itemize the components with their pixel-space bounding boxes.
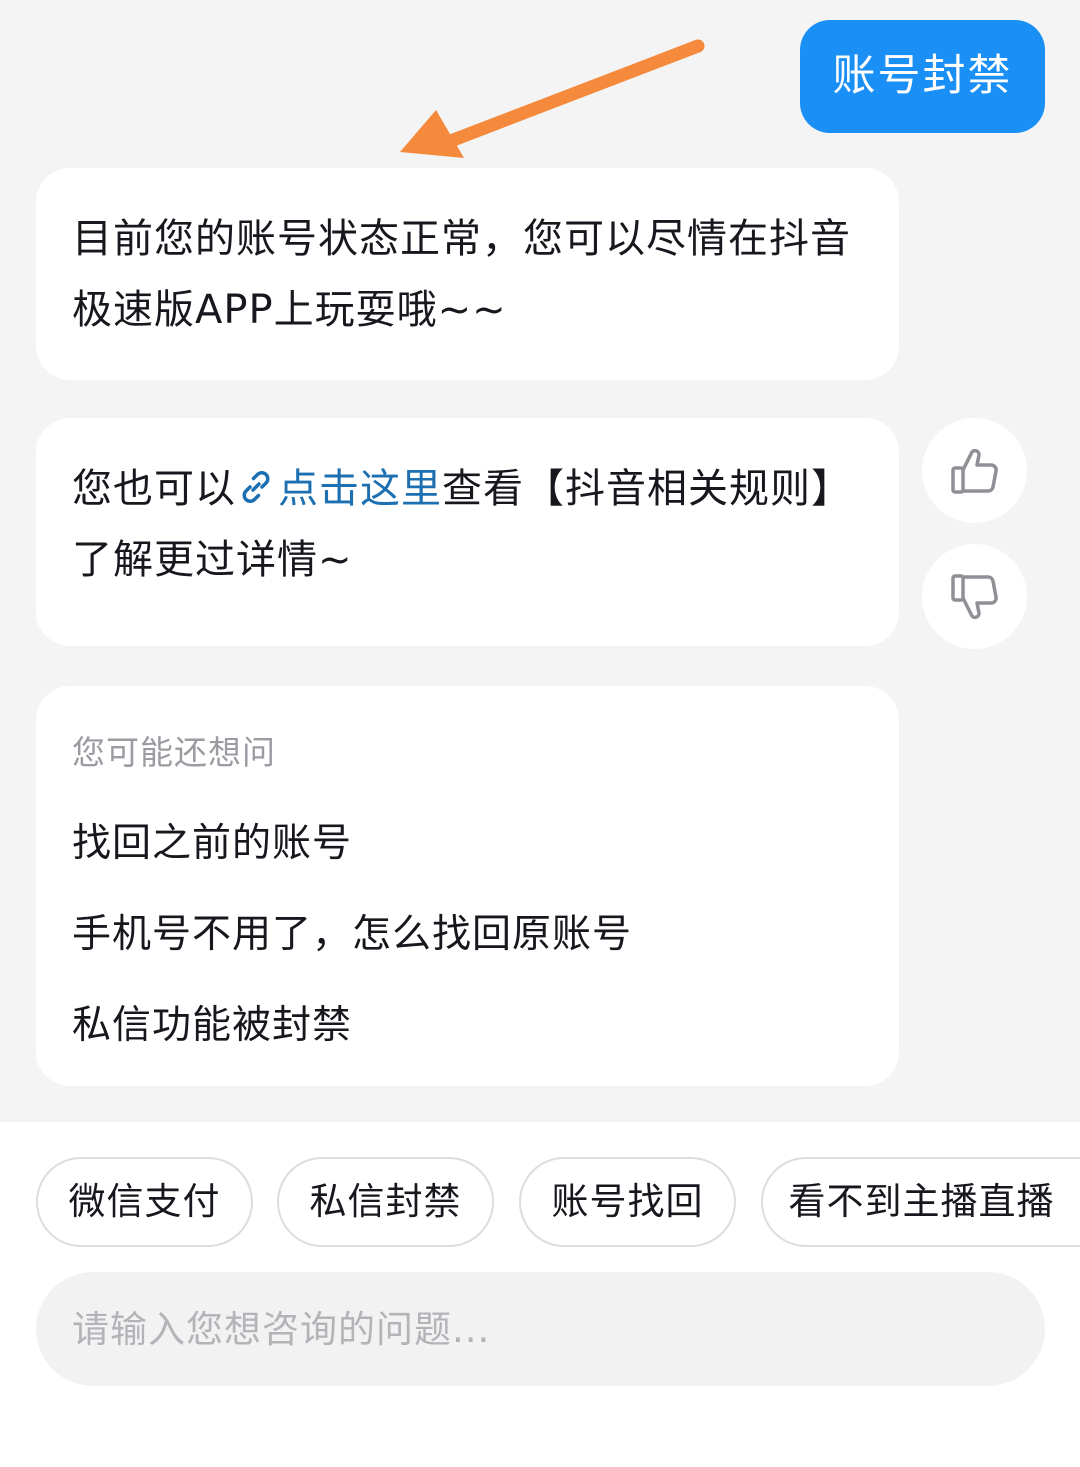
bot-reply-card-rules: 您也可以 点击这里查看【抖音相关规则】了解更过详情~: [36, 418, 899, 646]
thumbs-down-icon: [950, 573, 998, 619]
suggestion-item[interactable]: 找回之前的账号: [72, 819, 352, 869]
dislike-button[interactable]: [922, 544, 1027, 649]
rules-link-label[interactable]: 点击这里: [278, 466, 442, 512]
suggestions-title: 您可能还想问: [72, 733, 276, 772]
suggestions-card: 您可能还想问 找回之前的账号 手机号不用了，怎么找回原账号 私信功能被封禁: [36, 686, 899, 1086]
bot-reply-rules-text: 您也可以 点击这里查看【抖音相关规则】了解更过详情~: [72, 454, 872, 596]
quick-chip-dm-ban[interactable]: 私信封禁: [277, 1157, 494, 1247]
suggestion-item[interactable]: 私信功能被封禁: [72, 1001, 352, 1051]
rules-text-before: 您也可以: [72, 466, 236, 512]
bottom-input-area: 微信支付 私信封禁 账号找回 看不到主播直播: [0, 1122, 1080, 1467]
question-input[interactable]: [36, 1272, 1045, 1386]
rules-link[interactable]: 点击这里: [236, 466, 442, 512]
quick-chip-account-recovery[interactable]: 账号找回: [519, 1157, 736, 1247]
thumbs-up-icon: [950, 448, 998, 494]
like-button[interactable]: [922, 418, 1027, 523]
quick-chip-wechat-pay[interactable]: 微信支付: [36, 1157, 253, 1247]
user-message-text: 账号封禁: [832, 51, 1013, 101]
bot-reply-text: 目前您的账号状态正常，您可以尽情在抖音极速版APP上玩耍哦~~: [72, 216, 851, 333]
quick-chip-cannot-see-live[interactable]: 看不到主播直播: [761, 1157, 1080, 1247]
link-icon: [242, 471, 270, 503]
suggestion-item[interactable]: 手机号不用了，怎么找回原账号: [72, 910, 632, 960]
user-message-bubble: 账号封禁: [800, 20, 1045, 133]
bot-reply-card: 目前您的账号状态正常，您可以尽情在抖音极速版APP上玩耍哦~~: [36, 168, 899, 380]
annotation-arrow-icon: [400, 39, 705, 158]
